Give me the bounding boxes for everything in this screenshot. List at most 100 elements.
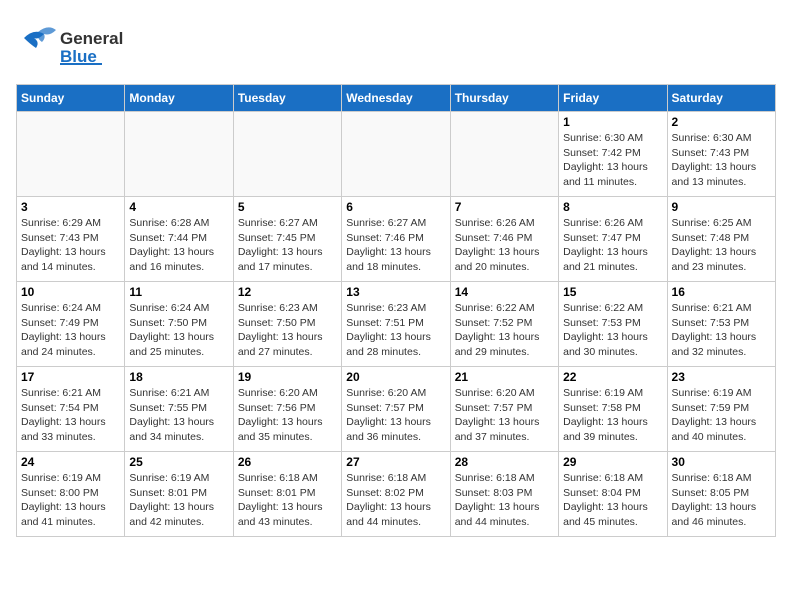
header-cell-sunday: Sunday (17, 85, 125, 112)
week-row-2: 3 Sunrise: 6:29 AM Sunset: 7:43 PM Daylig… (17, 197, 776, 282)
day-detail: Sunrise: 6:18 AM Sunset: 8:03 PM Dayligh… (455, 471, 554, 530)
calendar-cell: 3 Sunrise: 6:29 AM Sunset: 7:43 PM Daylig… (17, 197, 125, 282)
calendar-cell (125, 112, 233, 197)
day-number: 12 (238, 285, 337, 299)
day-number: 13 (346, 285, 445, 299)
calendar-cell: 24 Sunrise: 6:19 AM Sunset: 8:00 PM Dayli… (17, 452, 125, 537)
day-number: 18 (129, 370, 228, 384)
header-row: SundayMondayTuesdayWednesdayThursdayFrid… (17, 85, 776, 112)
calendar-cell: 11Sunrise: 6:24 AM Sunset: 7:50 PM Dayli… (125, 282, 233, 367)
calendar-header: SundayMondayTuesdayWednesdayThursdayFrid… (17, 85, 776, 112)
day-number: 21 (455, 370, 554, 384)
calendar-cell: 20Sunrise: 6:20 AM Sunset: 7:57 PM Dayli… (342, 367, 450, 452)
day-number: 22 (563, 370, 662, 384)
calendar-cell: 16 Sunrise: 6:21 AM Sunset: 7:53 PM Dayli… (667, 282, 775, 367)
day-number: 16 (672, 285, 771, 299)
day-detail: Sunrise: 6:23 AM Sunset: 7:50 PM Dayligh… (238, 301, 337, 360)
day-number: 5 (238, 200, 337, 214)
header-cell-saturday: Saturday (667, 85, 775, 112)
calendar-cell: 6 Sunrise: 6:27 AM Sunset: 7:46 PM Daylig… (342, 197, 450, 282)
day-number: 24 (21, 455, 120, 469)
day-detail: Sunrise: 6:19 AM Sunset: 8:00 PM Dayligh… (21, 471, 120, 530)
calendar-cell: 28 Sunrise: 6:18 AM Sunset: 8:03 PM Dayli… (450, 452, 558, 537)
calendar-cell (233, 112, 341, 197)
day-number: 2 (672, 115, 771, 129)
calendar-cell: 9Sunrise: 6:25 AM Sunset: 7:48 PM Daylig… (667, 197, 775, 282)
calendar-cell: 23Sunrise: 6:19 AM Sunset: 7:59 PM Dayli… (667, 367, 775, 452)
day-number: 26 (238, 455, 337, 469)
day-number: 1 (563, 115, 662, 129)
calendar-cell: 10Sunrise: 6:24 AM Sunset: 7:49 PM Dayli… (17, 282, 125, 367)
calendar-cell: 30 Sunrise: 6:18 AM Sunset: 8:05 PM Dayli… (667, 452, 775, 537)
day-number: 8 (563, 200, 662, 214)
calendar-cell: 13 Sunrise: 6:23 AM Sunset: 7:51 PM Dayli… (342, 282, 450, 367)
day-detail: Sunrise: 6:21 AM Sunset: 7:55 PM Dayligh… (129, 386, 228, 445)
day-number: 27 (346, 455, 445, 469)
calendar-cell: 29 Sunrise: 6:18 AM Sunset: 8:04 PM Dayli… (559, 452, 667, 537)
day-detail: Sunrise: 6:20 AM Sunset: 7:56 PM Dayligh… (238, 386, 337, 445)
day-detail: Sunrise: 6:29 AM Sunset: 7:43 PM Dayligh… (21, 216, 120, 275)
header-cell-tuesday: Tuesday (233, 85, 341, 112)
calendar-cell: 17 Sunrise: 6:21 AM Sunset: 7:54 PM Dayli… (17, 367, 125, 452)
day-detail: Sunrise: 6:21 AM Sunset: 7:54 PM Dayligh… (21, 386, 120, 445)
day-detail: Sunrise: 6:18 AM Sunset: 8:02 PM Dayligh… (346, 471, 445, 530)
calendar-cell: 27 Sunrise: 6:18 AM Sunset: 8:02 PM Dayli… (342, 452, 450, 537)
day-number: 30 (672, 455, 771, 469)
day-number: 10 (21, 285, 120, 299)
week-row-3: 10Sunrise: 6:24 AM Sunset: 7:49 PM Dayli… (17, 282, 776, 367)
header-cell-monday: Monday (125, 85, 233, 112)
day-detail: Sunrise: 6:18 AM Sunset: 8:04 PM Dayligh… (563, 471, 662, 530)
calendar-cell: 18 Sunrise: 6:21 AM Sunset: 7:55 PM Dayli… (125, 367, 233, 452)
day-detail: Sunrise: 6:27 AM Sunset: 7:45 PM Dayligh… (238, 216, 337, 275)
calendar-cell: 15Sunrise: 6:22 AM Sunset: 7:53 PM Dayli… (559, 282, 667, 367)
calendar-cell: 5 Sunrise: 6:27 AM Sunset: 7:45 PM Daylig… (233, 197, 341, 282)
day-number: 28 (455, 455, 554, 469)
calendar-cell: 21 Sunrise: 6:20 AM Sunset: 7:57 PM Dayli… (450, 367, 558, 452)
calendar-cell (342, 112, 450, 197)
day-number: 7 (455, 200, 554, 214)
logo-svg: General Blue (16, 20, 136, 72)
week-row-4: 17 Sunrise: 6:21 AM Sunset: 7:54 PM Dayli… (17, 367, 776, 452)
week-row-1: 1 Sunrise: 6:30 AM Sunset: 7:42 PM Daylig… (17, 112, 776, 197)
day-number: 11 (129, 285, 228, 299)
day-detail: Sunrise: 6:20 AM Sunset: 7:57 PM Dayligh… (455, 386, 554, 445)
calendar-cell: 12 Sunrise: 6:23 AM Sunset: 7:50 PM Dayli… (233, 282, 341, 367)
day-detail: Sunrise: 6:27 AM Sunset: 7:46 PM Dayligh… (346, 216, 445, 275)
calendar-cell: 25Sunrise: 6:19 AM Sunset: 8:01 PM Dayli… (125, 452, 233, 537)
day-number: 6 (346, 200, 445, 214)
calendar-cell: 4 Sunrise: 6:28 AM Sunset: 7:44 PM Daylig… (125, 197, 233, 282)
calendar-body: 1 Sunrise: 6:30 AM Sunset: 7:42 PM Daylig… (17, 112, 776, 537)
week-row-5: 24 Sunrise: 6:19 AM Sunset: 8:00 PM Dayli… (17, 452, 776, 537)
header-cell-friday: Friday (559, 85, 667, 112)
day-number: 3 (21, 200, 120, 214)
day-detail: Sunrise: 6:22 AM Sunset: 7:52 PM Dayligh… (455, 301, 554, 360)
day-detail: Sunrise: 6:18 AM Sunset: 8:01 PM Dayligh… (238, 471, 337, 530)
day-number: 17 (21, 370, 120, 384)
day-number: 29 (563, 455, 662, 469)
day-detail: Sunrise: 6:19 AM Sunset: 7:59 PM Dayligh… (672, 386, 771, 445)
day-detail: Sunrise: 6:30 AM Sunset: 7:43 PM Dayligh… (672, 131, 771, 190)
calendar-cell (17, 112, 125, 197)
page-header: General Blue (16, 16, 776, 72)
calendar-cell: 22 Sunrise: 6:19 AM Sunset: 7:58 PM Dayli… (559, 367, 667, 452)
day-detail: Sunrise: 6:18 AM Sunset: 8:05 PM Dayligh… (672, 471, 771, 530)
svg-text:General: General (60, 29, 123, 48)
day-number: 4 (129, 200, 228, 214)
day-detail: Sunrise: 6:26 AM Sunset: 7:47 PM Dayligh… (563, 216, 662, 275)
day-detail: Sunrise: 6:30 AM Sunset: 7:42 PM Dayligh… (563, 131, 662, 190)
calendar-cell: 1 Sunrise: 6:30 AM Sunset: 7:42 PM Daylig… (559, 112, 667, 197)
day-detail: Sunrise: 6:21 AM Sunset: 7:53 PM Dayligh… (672, 301, 771, 360)
calendar-cell: 2 Sunrise: 6:30 AM Sunset: 7:43 PM Daylig… (667, 112, 775, 197)
header-cell-wednesday: Wednesday (342, 85, 450, 112)
calendar-cell: 14 Sunrise: 6:22 AM Sunset: 7:52 PM Dayli… (450, 282, 558, 367)
calendar-cell: 7 Sunrise: 6:26 AM Sunset: 7:46 PM Daylig… (450, 197, 558, 282)
day-detail: Sunrise: 6:19 AM Sunset: 7:58 PM Dayligh… (563, 386, 662, 445)
day-detail: Sunrise: 6:23 AM Sunset: 7:51 PM Dayligh… (346, 301, 445, 360)
calendar-table: SundayMondayTuesdayWednesdayThursdayFrid… (16, 84, 776, 537)
day-number: 14 (455, 285, 554, 299)
day-detail: Sunrise: 6:26 AM Sunset: 7:46 PM Dayligh… (455, 216, 554, 275)
calendar-cell: 8 Sunrise: 6:26 AM Sunset: 7:47 PM Daylig… (559, 197, 667, 282)
header-cell-thursday: Thursday (450, 85, 558, 112)
day-detail: Sunrise: 6:28 AM Sunset: 7:44 PM Dayligh… (129, 216, 228, 275)
day-number: 25 (129, 455, 228, 469)
